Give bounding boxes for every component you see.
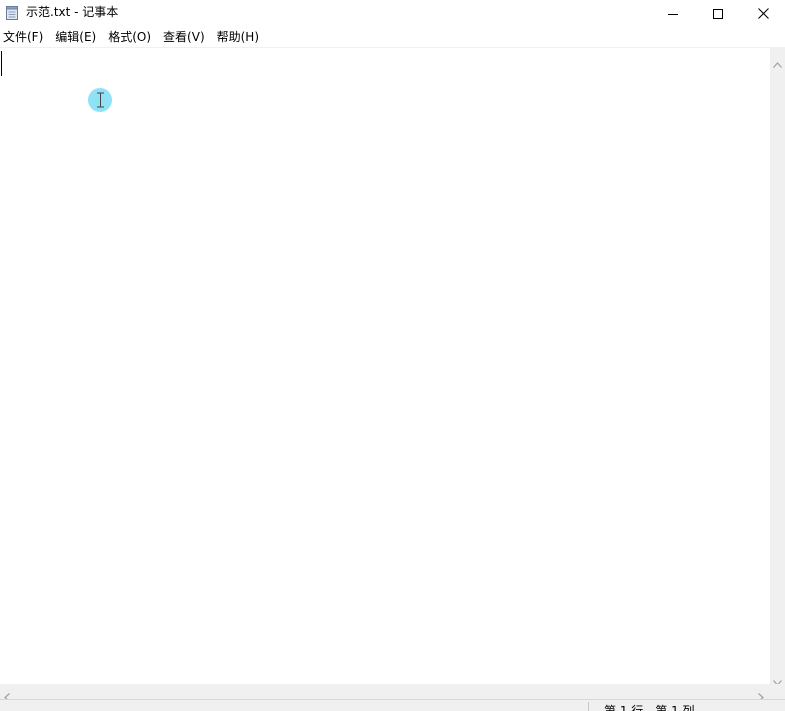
horizontal-scrollbar[interactable] [0,684,770,702]
window-title: 示范.txt - 记事本 [26,5,119,19]
close-button[interactable] [740,0,785,26]
minimize-button[interactable] [650,0,696,26]
cursor-position-status: 第 1 行，第 1 列 [604,704,695,711]
menu-file[interactable]: 文件(F) [0,28,46,47]
vertical-scrollbar[interactable] [770,47,785,686]
menu-bar: 文件(F) 编辑(E) 格式(O) 查看(V) 帮助(H) [0,27,785,47]
menu-edit[interactable]: 编辑(E) [52,28,99,47]
status-bar: 第 1 行，第 1 列 [0,699,785,711]
notepad-window: 示范.txt - 记事本 文件(F) 编辑(E) 格式(O) 查看(V) 帮助(… [0,0,785,711]
minimize-icon [668,4,678,23]
ibeam-cursor-icon [96,92,105,108]
notepad-icon [5,5,19,21]
title-bar[interactable]: 示范.txt - 记事本 [0,0,785,26]
status-divider [588,702,589,711]
maximize-button[interactable] [695,0,741,26]
scroll-corner [770,684,785,699]
text-editor-area[interactable] [0,47,770,685]
maximize-icon [713,4,723,23]
scroll-up-arrow-icon[interactable] [773,53,782,72]
menu-format[interactable]: 格式(O) [105,28,154,47]
menu-view[interactable]: 查看(V) [160,28,208,47]
text-caret [1,51,2,76]
menu-help[interactable]: 帮助(H) [214,28,262,47]
close-icon [757,4,769,23]
